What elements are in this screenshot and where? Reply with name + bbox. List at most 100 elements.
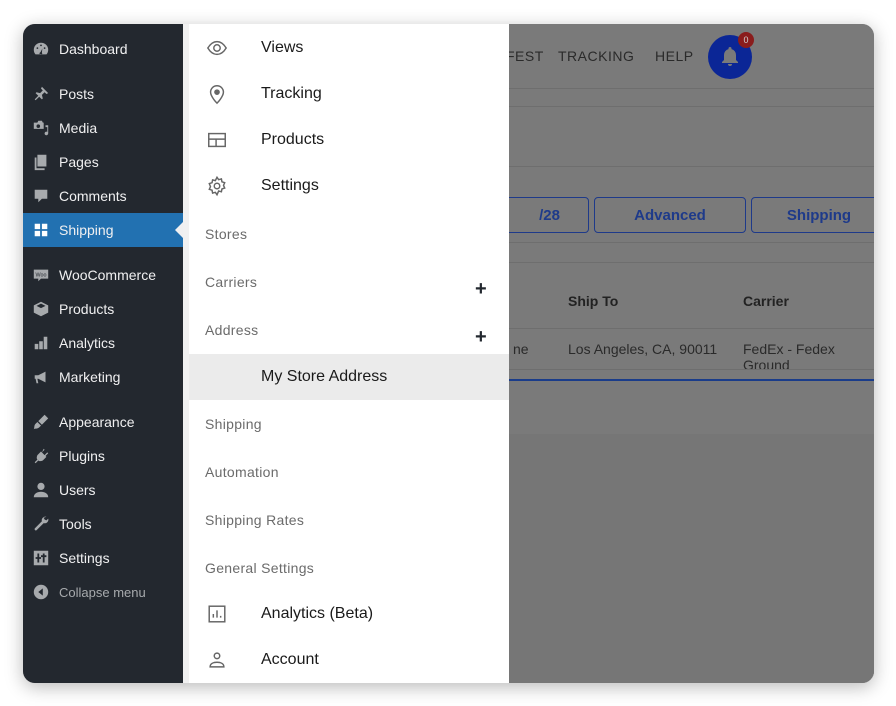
menu-section-label: Shipping Rates: [205, 512, 305, 528]
brush-icon: [31, 412, 51, 432]
location-pin-icon: [205, 82, 229, 106]
layout-icon: [205, 128, 229, 152]
nav-link-tracking[interactable]: TRACKING: [558, 48, 634, 64]
menu-section-label: Automation: [205, 464, 279, 480]
box-icon: [31, 299, 51, 319]
sidebar-item-label: Settings: [59, 550, 110, 566]
collapse-icon: [31, 582, 51, 602]
sidebar-item-label: Comments: [59, 188, 127, 204]
eye-icon: [205, 36, 229, 60]
menu-section-stores[interactable]: Stores: [189, 211, 509, 257]
menu-item-my-store-address[interactable]: My Store Address: [189, 354, 509, 400]
column-header-ship-to[interactable]: Ship To: [568, 293, 618, 309]
column-header-carrier[interactable]: Carrier: [743, 293, 789, 309]
sidebar-item-label: Shipping: [59, 222, 114, 238]
sliders-icon: [31, 548, 51, 568]
menu-item-products[interactable]: Products: [189, 117, 509, 163]
sidebar-item-users[interactable]: Users: [23, 473, 183, 507]
advanced-button[interactable]: Advanced: [594, 197, 746, 233]
sidebar-item-label: WooCommerce: [59, 267, 156, 283]
media-icon: [31, 118, 51, 138]
menu-section-shipping[interactable]: Shipping: [189, 401, 509, 447]
sidebar-item-marketing[interactable]: Marketing: [23, 360, 183, 394]
plug-icon: [31, 446, 51, 466]
dashboard-icon: [31, 39, 51, 59]
sidebar-item-label: Products: [59, 301, 115, 317]
sidebar-item-label: Collapse menu: [59, 584, 146, 600]
sidebar-item-label: Appearance: [59, 414, 135, 430]
analytics-icon: [205, 602, 229, 626]
sidebar-item-label: Analytics: [59, 335, 116, 351]
sidebar-item-settings[interactable]: Settings: [23, 541, 183, 575]
account-icon: [205, 648, 229, 672]
sidebar-item-label: Posts: [59, 86, 95, 102]
menu-item-label: Views: [261, 39, 304, 56]
active-indicator: [175, 222, 183, 238]
expand-plus-icon[interactable]: +: [475, 327, 487, 347]
sidebar-item-pages[interactable]: Pages: [23, 145, 183, 179]
grid-icon: [31, 220, 51, 240]
bar-chart-icon: [31, 333, 51, 353]
megaphone-icon: [31, 367, 51, 387]
menu-item-label: Account: [261, 651, 319, 668]
menu-section-label: Stores: [205, 226, 248, 242]
sidebar-item-analytics[interactable]: Analytics: [23, 326, 183, 360]
table-cell-partial: ne: [513, 341, 529, 357]
user-icon: [31, 480, 51, 500]
sidebar-item-label: Media: [59, 120, 98, 136]
svg-text:Woo: Woo: [36, 272, 47, 278]
shipping-button[interactable]: Shipping: [751, 197, 874, 233]
sidebar-item-media[interactable]: Media: [23, 111, 183, 145]
collapse-menu-button[interactable]: Collapse menu: [23, 575, 183, 609]
gear-icon: [205, 174, 229, 198]
nav-link-fest[interactable]: FEST: [506, 48, 544, 64]
sidebar-item-products[interactable]: Products: [23, 292, 183, 326]
sidebar-item-label: Tools: [59, 516, 92, 532]
menu-item-label: Tracking: [261, 85, 322, 102]
woo-icon: Woo: [31, 265, 51, 285]
sidebar-item-plugins[interactable]: Plugins: [23, 439, 183, 473]
sidebar-item-label: Users: [59, 482, 96, 498]
expand-plus-icon[interactable]: +: [475, 279, 487, 299]
sidebar-item-comments[interactable]: Comments: [23, 179, 183, 213]
table-cell-ship-to: Los Angeles, CA, 90011: [568, 341, 718, 357]
sidebar-item-appearance[interactable]: Appearance: [23, 405, 183, 439]
menu-item-views[interactable]: Views: [189, 25, 509, 71]
menu-section-general-settings[interactable]: General Settings: [189, 545, 509, 591]
menu-section-shipping-rates[interactable]: Shipping Rates: [189, 497, 509, 543]
pin-icon: [31, 84, 51, 104]
menu-item-label: Settings: [261, 177, 319, 194]
sidebar-item-shipping[interactable]: Shipping: [23, 213, 183, 247]
sidebar-item-dashboard[interactable]: Dashboard: [23, 32, 183, 66]
menu-item-label: Products: [261, 131, 325, 148]
comment-icon: [31, 186, 51, 206]
flyout-menu: Views Tracking Products Settings Stores …: [183, 24, 509, 683]
wp-admin-sidebar: Dashboard Posts Media Pages Comments Shi…: [23, 24, 183, 683]
menu-section-label: Shipping: [205, 416, 262, 432]
sidebar-item-woocommerce[interactable]: Woo WooCommerce: [23, 258, 183, 292]
sidebar-item-posts[interactable]: Posts: [23, 77, 183, 111]
menu-item-settings[interactable]: Settings: [189, 163, 509, 209]
pages-icon: [31, 152, 51, 172]
flyout-menu-panel: Views Tracking Products Settings Stores …: [189, 24, 509, 683]
menu-section-automation[interactable]: Automation: [189, 449, 509, 495]
menu-section-address[interactable]: Address +: [189, 307, 509, 353]
menu-item-label: My Store Address: [261, 368, 388, 385]
bell-icon: [722, 47, 738, 66]
menu-item-analytics-beta[interactable]: Analytics (Beta): [189, 591, 509, 637]
sidebar-item-label: Dashboard: [59, 41, 128, 57]
menu-section-carriers[interactable]: Carriers +: [189, 259, 509, 305]
notification-badge: 0: [738, 32, 754, 48]
sidebar-item-label: Pages: [59, 154, 99, 170]
menu-section-label: Carriers: [205, 274, 258, 290]
menu-item-tracking[interactable]: Tracking: [189, 71, 509, 117]
app-window: FEST TRACKING HELP 0 /28 Advanced Shippi…: [23, 24, 874, 683]
sidebar-item-tools[interactable]: Tools: [23, 507, 183, 541]
menu-section-label: General Settings: [205, 560, 315, 576]
sidebar-item-label: Plugins: [59, 448, 105, 464]
wrench-icon: [31, 514, 51, 534]
sidebar-item-label: Marketing: [59, 369, 121, 385]
menu-item-account[interactable]: Account: [189, 637, 509, 683]
menu-section-label: Address: [205, 322, 259, 338]
nav-link-help[interactable]: HELP: [655, 48, 694, 64]
